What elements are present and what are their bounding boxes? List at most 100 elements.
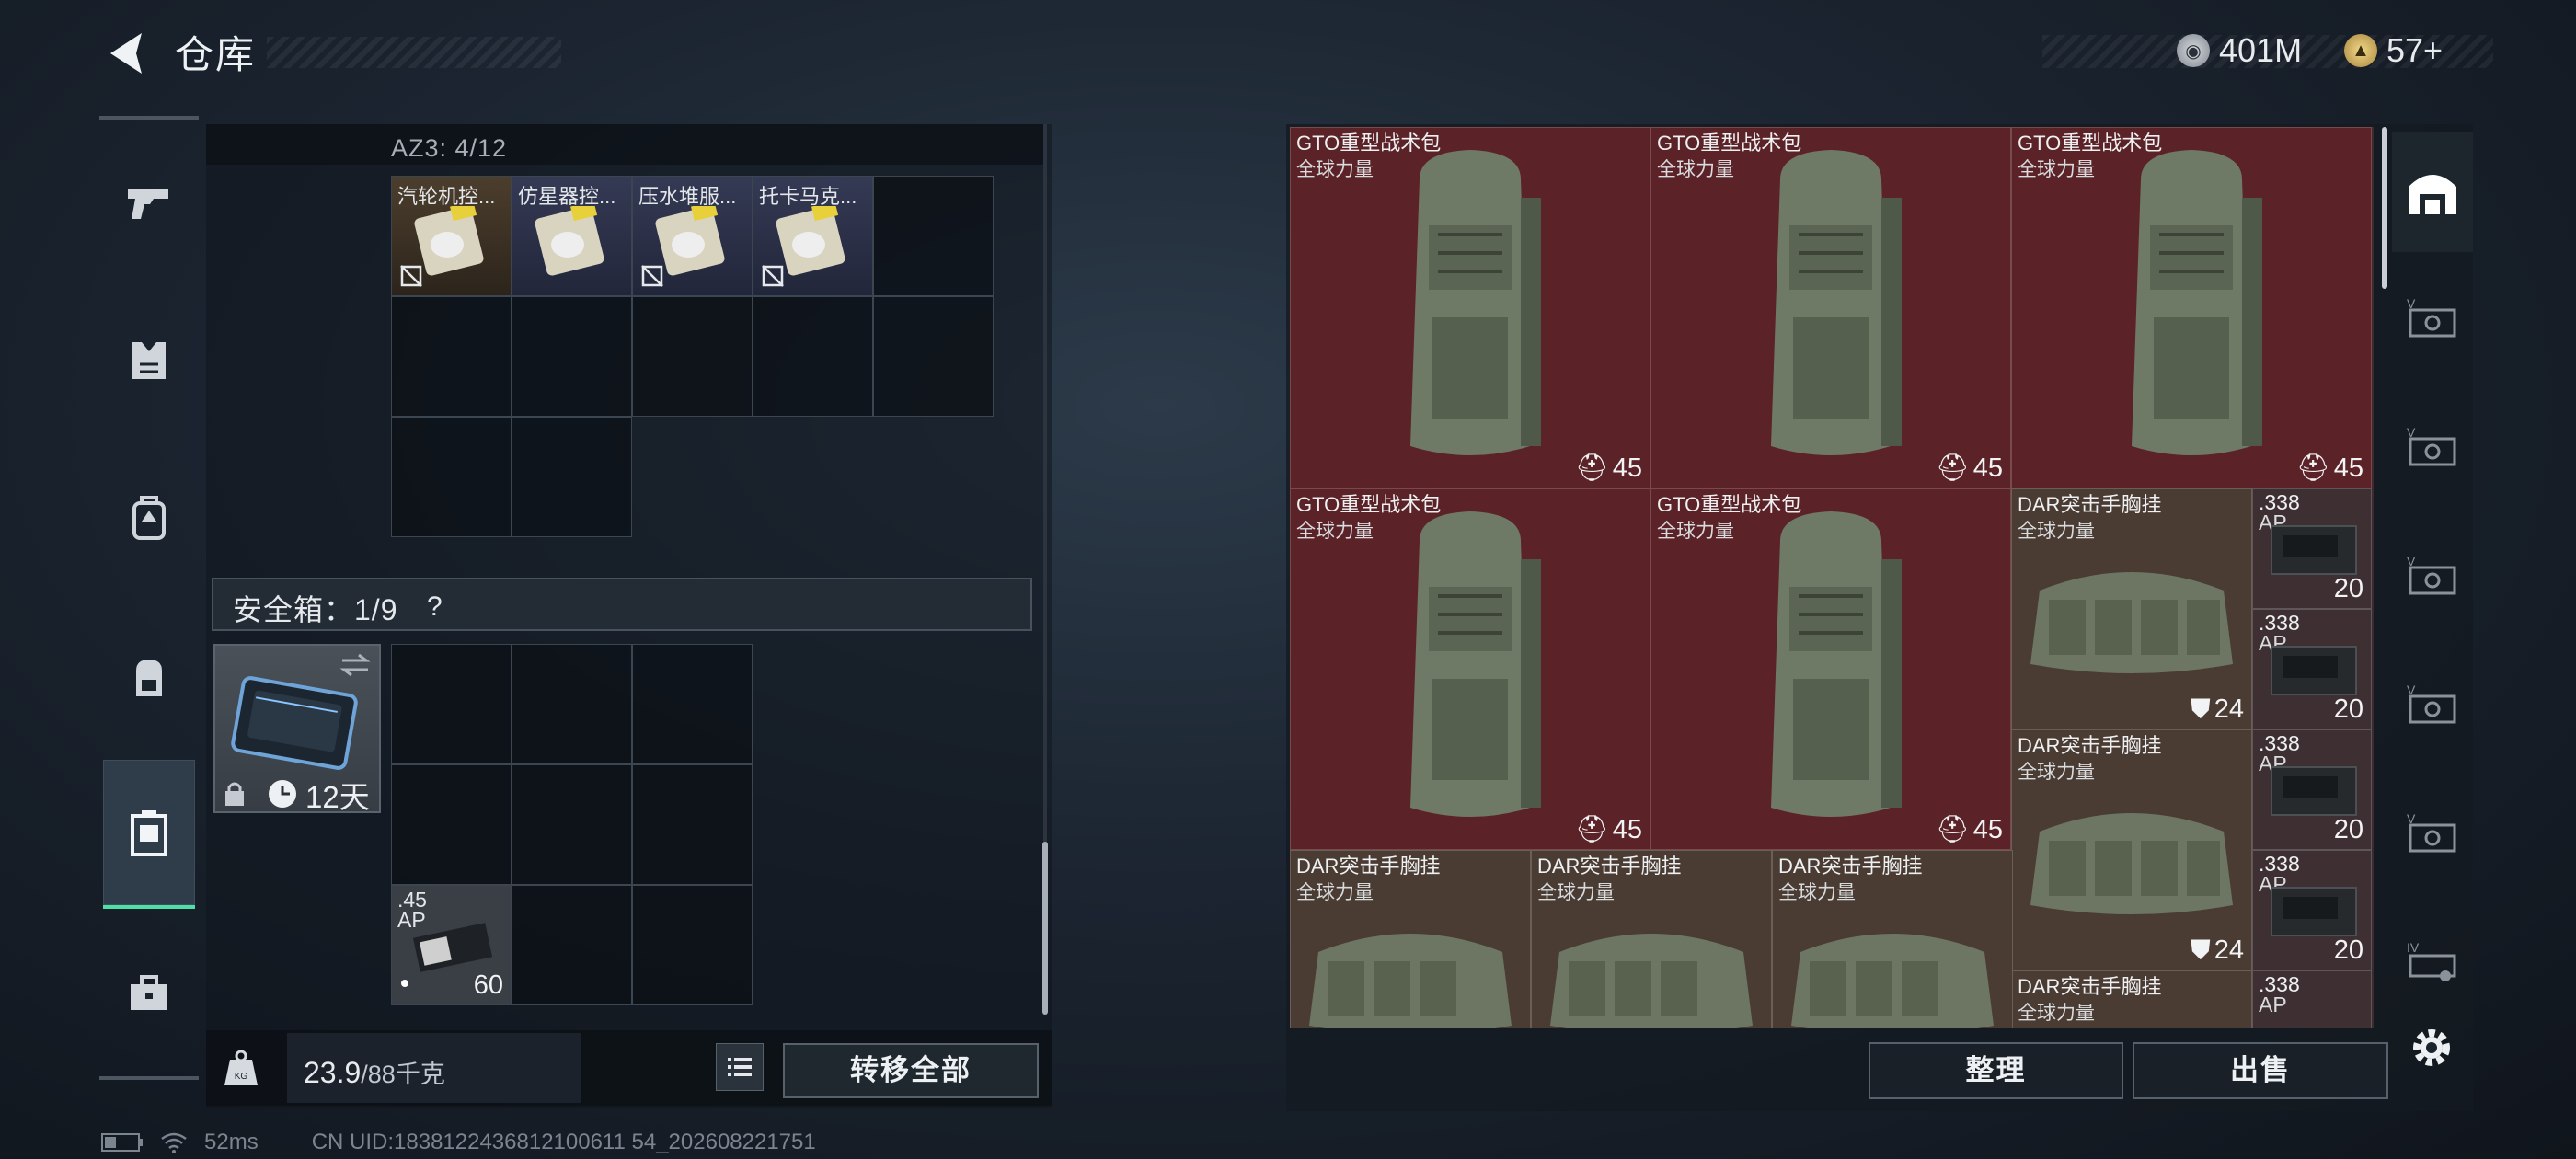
left-scrollbar[interactable] <box>1042 842 1048 1015</box>
weight-badge-icon: ⛑ <box>1935 453 1970 483</box>
stash-tab-all[interactable] <box>2392 132 2473 252</box>
grid-cell[interactable] <box>512 296 632 417</box>
safebox-ammo-item[interactable]: .45 AP 60 <box>391 885 512 1005</box>
grid-cell[interactable] <box>391 417 512 537</box>
item-name: DAR突击手胸挂 <box>1537 855 1682 878</box>
stash-tab-4[interactable]: V <box>2392 644 2473 763</box>
grid-cell[interactable] <box>873 296 994 417</box>
help-icon[interactable]: ? <box>427 591 443 623</box>
stash-item-ammo[interactable]: .338 AP 20 <box>2252 609 2372 729</box>
grid-cell[interactable] <box>512 417 632 537</box>
grid-cell[interactable] <box>632 644 753 764</box>
item-name: DAR突击手胸挂 <box>2018 734 2162 757</box>
ammo-box-icon <box>2271 887 2357 936</box>
stash-item-dar[interactable]: DAR突击手胸挂 全球力量 <box>2011 970 2252 1028</box>
back-button[interactable] <box>99 26 155 81</box>
chest-rig-image <box>1791 934 1994 1028</box>
swap-icon[interactable] <box>339 651 372 679</box>
toolbox-icon <box>131 975 167 1010</box>
currency-ticket[interactable]: ▲ 57+ <box>2344 31 2443 70</box>
stash-item-ammo[interactable]: .338 AP <box>2252 970 2372 1028</box>
item-name: DAR突击手胸挂 <box>2018 975 2162 998</box>
count-value: 24 <box>2214 694 2244 724</box>
grid-cell[interactable] <box>391 644 512 764</box>
rail-divider-top <box>99 116 199 120</box>
item-brand: 全球力量 <box>1296 882 1374 903</box>
stash-item-gto[interactable]: GTO重型战术包 全球力量 ⛑ 45 <box>1290 488 1650 850</box>
keycard-icon <box>414 206 484 276</box>
page-title: 仓库 <box>175 33 257 76</box>
stash-tab-3[interactable]: V <box>2392 515 2473 635</box>
rail-item-weapons[interactable] <box>103 147 195 258</box>
container-capacity-label: AZ3: 4/12 <box>391 134 508 162</box>
sell-button[interactable]: 出售 <box>2133 1042 2388 1099</box>
item-name: DAR突击手胸挂 <box>1778 855 1923 878</box>
grid-cell[interactable] <box>512 764 632 885</box>
stash-item-ammo[interactable]: .338 AP 20 <box>2252 488 2372 609</box>
stash-tab-2[interactable]: V <box>2392 386 2473 506</box>
item-brand: 全球力量 <box>1296 521 1374 542</box>
svg-text:IV: IV <box>2407 940 2420 955</box>
item-count: ⛑ 45 <box>1936 453 2003 484</box>
stash-item-gto[interactable]: GTO重型战术包 全球力量 ⛑ 45 <box>1650 488 2011 850</box>
stash-tab-5[interactable]: V <box>2392 773 2473 892</box>
keycard-icon <box>655 206 725 276</box>
stash-item-ammo[interactable]: .338 AP 20 <box>2252 850 2372 970</box>
weight-icon: KG <box>224 1050 258 1085</box>
stash-item-dar[interactable]: DAR突击手胸挂 全球力量 ⛊ 24 <box>2011 729 2252 970</box>
stash-tab-1[interactable]: V <box>2392 258 2473 377</box>
rail-item-armor[interactable] <box>103 305 195 416</box>
stash-item-dar[interactable]: DAR突击手胸挂 全球力量 ⛊ 24 <box>2011 488 2252 729</box>
ammo-count: 60 <box>473 970 503 1000</box>
grid-cell[interactable] <box>632 296 753 417</box>
stash-item-gto[interactable]: GTO重型战术包 全球力量 ⛑ 45 <box>1650 127 2011 488</box>
item-count: ⛑ 45 <box>2296 453 2363 484</box>
list-view-button[interactable] <box>716 1043 764 1091</box>
container-item[interactable]: 仿星器控... <box>512 176 632 296</box>
safebox-case-icon <box>231 676 358 770</box>
rail-item-rig[interactable] <box>103 464 195 574</box>
backpack-icon <box>136 660 162 696</box>
rail-item-backpack[interactable] <box>103 622 195 732</box>
weight-badge-icon: ⛑ <box>1574 453 1609 483</box>
count-value: 45 <box>1972 453 2003 483</box>
stash-tab-6[interactable]: IV <box>2392 901 2473 1021</box>
grid-cell[interactable] <box>391 764 512 885</box>
container-item[interactable]: 压水堆服... <box>632 176 753 296</box>
rail-item-toolbox[interactable] <box>103 938 195 1049</box>
chest-rig-image <box>2030 813 2233 914</box>
transfer-all-button[interactable]: 转移全部 <box>783 1043 1039 1098</box>
container-header <box>206 124 1043 165</box>
chest-rig-image <box>1309 934 1512 1028</box>
grid-cell[interactable] <box>391 296 512 417</box>
ammo-count: 20 <box>2333 935 2363 965</box>
backpack-image <box>1771 511 1902 817</box>
grid-cell[interactable] <box>512 885 632 1005</box>
ticket-amount: 57+ <box>2386 31 2444 69</box>
sort-button[interactable]: 整理 <box>1869 1042 2123 1099</box>
stash-item-dar[interactable]: DAR突击手胸挂 全球力量 <box>1531 850 1772 1028</box>
container-item[interactable]: 汽轮机控... <box>391 176 512 296</box>
backpack-image <box>1410 511 1541 817</box>
grid-cell[interactable] <box>632 885 753 1005</box>
svg-text:KG: KG <box>235 1072 248 1082</box>
grid-cell[interactable] <box>873 176 994 296</box>
stash-item-gto[interactable]: GTO重型战术包 全球力量 ⛑ 45 <box>1290 127 1650 488</box>
stash-item-ammo[interactable]: .338 AP 20 <box>2252 729 2372 850</box>
stash-item-dar[interactable]: DAR突击手胸挂 全球力量 <box>1772 850 2013 1028</box>
safebox-duration: 12天 <box>305 780 370 814</box>
currency-coin[interactable]: ◉ 401M <box>2177 31 2302 70</box>
storage-tab-icon: IV <box>2407 940 2456 981</box>
ticket-icon: ▲ <box>2344 34 2377 67</box>
case-icon <box>131 810 167 856</box>
grid-cell[interactable] <box>753 296 873 417</box>
container-item[interactable]: 托卡马克... <box>753 176 873 296</box>
rail-item-safebox[interactable] <box>103 760 195 909</box>
count-value: 45 <box>1972 814 2003 844</box>
grid-cell[interactable] <box>632 764 753 885</box>
stash-item-gto[interactable]: GTO重型战术包 全球力量 ⛑ 45 <box>2011 127 2372 488</box>
settings-button[interactable] <box>2407 1023 2456 1073</box>
stash-item-dar[interactable]: DAR突击手胸挂 全球力量 <box>1290 850 1531 1028</box>
stash-scrollbar[interactable] <box>2382 127 2387 289</box>
grid-cell[interactable] <box>512 644 632 764</box>
